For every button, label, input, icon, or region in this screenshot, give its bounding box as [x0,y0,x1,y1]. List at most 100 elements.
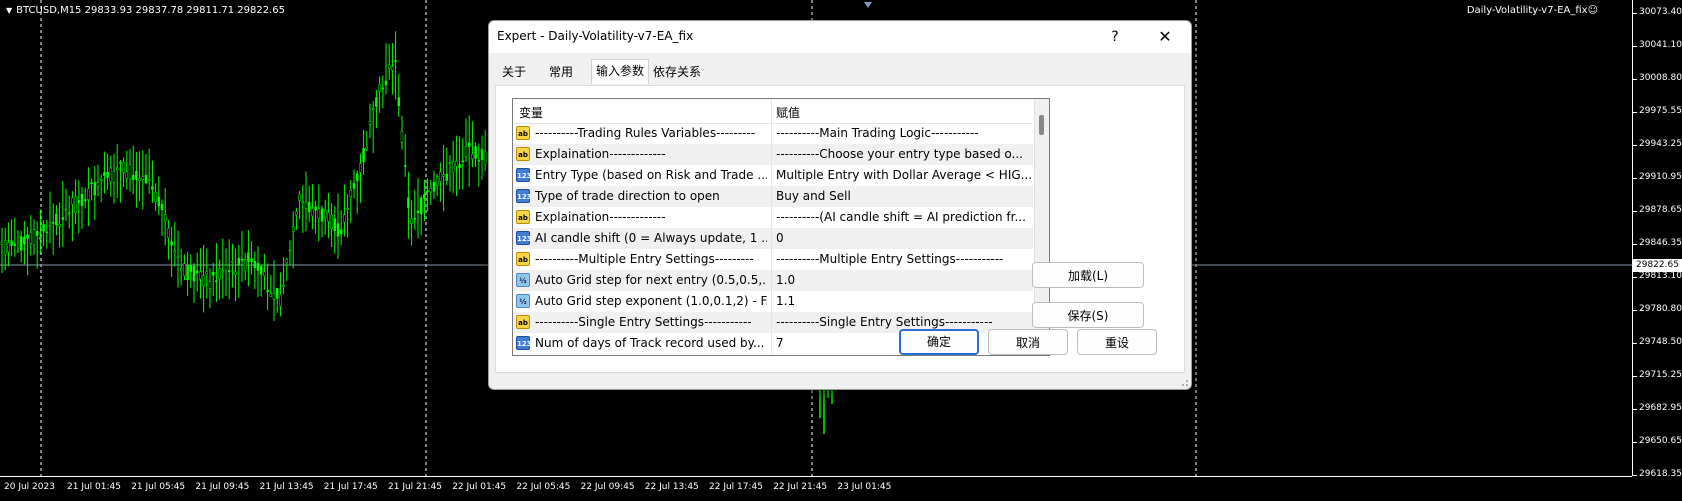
candle-body [125,171,129,179]
load-button[interactable]: 加载(L) [1032,262,1144,288]
candle-body [458,164,461,168]
table-row[interactable]: ab Explaination------------- ----------(AI… [513,207,1033,228]
candle-body [336,223,340,237]
cell-divider [771,123,772,144]
time-tick-label: 22 Jul 21:45 [773,482,828,492]
price-tick-label: 29780.80 [1633,304,1682,314]
time-axis[interactable]: 20 Jul 2023 21 Jul 01:45 21 Jul 05:45 21 Ju… [0,476,1632,501]
help-button[interactable]: ? [1103,25,1127,49]
candle-body [371,108,375,110]
ok-button[interactable]: 确定 [899,329,979,355]
candle-body [448,161,452,164]
candle-body [378,84,381,92]
candle-body [352,183,356,189]
table-row[interactable]: ½ Auto Grid step exponent (1.0,0.1,2) - F… [513,291,1033,312]
value-cell[interactable]: ----------(AI candle shift = AI predicti… [776,210,1031,224]
candle-body [186,265,189,280]
value-cell[interactable]: ----------Choose your entry type based o… [776,147,1031,161]
dropdown-triangle-icon[interactable]: ▼ [6,6,12,15]
value-cell[interactable]: 1.0 [776,273,1031,287]
table-row[interactable]: 123 AI candle shift (0 = Always update, 1… [513,228,1033,249]
table-row[interactable]: 123 Entry Type (based on Risk and Trade .… [513,165,1033,186]
tab-dependencies[interactable]: 依存关系 [649,61,705,83]
scrollbar-thumb[interactable] [1039,115,1044,135]
candle-body [48,224,52,227]
candle-body [93,182,97,196]
symbol-info: ▼ BTCUSD,M15 29833.93 29837.78 29811.71 2… [6,5,285,16]
resize-grip-icon[interactable] [1179,377,1189,387]
column-divider[interactable] [771,99,772,123]
save-button[interactable]: 保存(S) [1032,302,1144,328]
candle-body [291,226,295,232]
candle-body [77,200,81,203]
cell-divider [771,291,772,312]
candle-body [128,164,132,180]
candle-body [227,270,231,273]
table-row[interactable]: 123 Type of trade direction to open Buy an… [513,186,1033,207]
reset-button[interactable]: 重设 [1077,329,1157,355]
candle-body [103,172,106,176]
value-cell[interactable]: ----------Multiple Entry Settings-------… [776,252,1031,266]
variable-cell: AI candle shift (0 = Always update, 1 ..… [535,231,767,245]
candle-body [231,261,234,263]
value-cell[interactable]: 0 [776,231,1031,245]
candle-body [480,149,484,161]
table-row[interactable]: ab ----------Trading Rules Variables-----… [513,123,1033,144]
close-button[interactable]: ✕ [1153,25,1177,49]
candle-body [42,224,45,232]
value-cell[interactable]: ----------Main Trading Logic----------- [776,126,1031,140]
table-row[interactable]: ab ----------Multiple Entry Settings-----… [513,249,1033,270]
candle-body [445,173,449,181]
candle-body [307,202,311,213]
table-row[interactable]: ½ Auto Grid step for next entry (0.5,0.5,… [513,270,1033,291]
candle-body [266,289,269,293]
string-type-icon: ab [516,252,530,266]
candle-body [3,240,7,256]
value-cell[interactable]: Buy and Sell [776,189,1031,203]
candle-body [275,288,279,299]
price-tick-label: 29748.50 [1633,337,1682,347]
candle-body [144,175,148,184]
candle-body [256,263,260,271]
candle-body [10,240,13,246]
candle-body [157,196,161,207]
table-row[interactable]: ab Explaination------------- ----------Cho… [513,144,1033,165]
table-header: 变量 赋值 [513,99,1033,124]
candle-body [455,160,458,167]
candle-body [211,272,215,276]
parameters-table[interactable]: 变量 赋值 ab ----------Trading Rules Variable… [512,98,1050,356]
ea-name-label[interactable]: Daily-Volatility-v7-EA_fix☺ [1467,5,1598,16]
double-type-icon: ½ [516,273,530,287]
dialog-titlebar[interactable]: Expert - Daily-Volatility-v7-EA_fix ? ✕ [489,21,1191,53]
column-value[interactable]: 赋值 [776,104,800,121]
tab-common[interactable]: 常用 [541,61,581,83]
candle-body [282,285,285,287]
candle-body [35,231,39,236]
candle-body [464,146,468,157]
cancel-button[interactable]: 取消 [988,329,1068,355]
candle-body [301,201,305,203]
candle-body [147,179,151,181]
integer-type-icon: 123 [516,231,532,245]
candle-body [343,214,346,223]
candle-body [439,171,442,182]
value-cell[interactable]: 1.1 [776,294,1031,308]
price-scale[interactable]: 30073.40 30041.10 30008.80 29975.55 29943.25… [1632,0,1682,479]
tab-inputs[interactable]: 输入参数 [591,59,649,84]
value-cell[interactable]: ----------Single Entry Settings---------… [776,315,1031,329]
time-tick-label: 21 Jul 01:45 [67,482,121,492]
value-cell[interactable]: Multiple Entry with Dollar Average < HIG… [776,168,1031,182]
tab-about[interactable]: 关于 [495,61,533,83]
candle-body [179,268,183,271]
candle-body [183,263,186,277]
column-variable[interactable]: 变量 [519,104,543,121]
candle-body [314,206,317,211]
candle-body [442,174,445,177]
candle-body [83,199,87,201]
candle-body [413,217,417,220]
candle-body [237,257,241,265]
candle-body [375,97,378,107]
time-tick-label: 23 Jul 01:45 [837,482,892,492]
candle-body [99,178,103,181]
price-tick-label: 29715.25 [1633,370,1682,380]
